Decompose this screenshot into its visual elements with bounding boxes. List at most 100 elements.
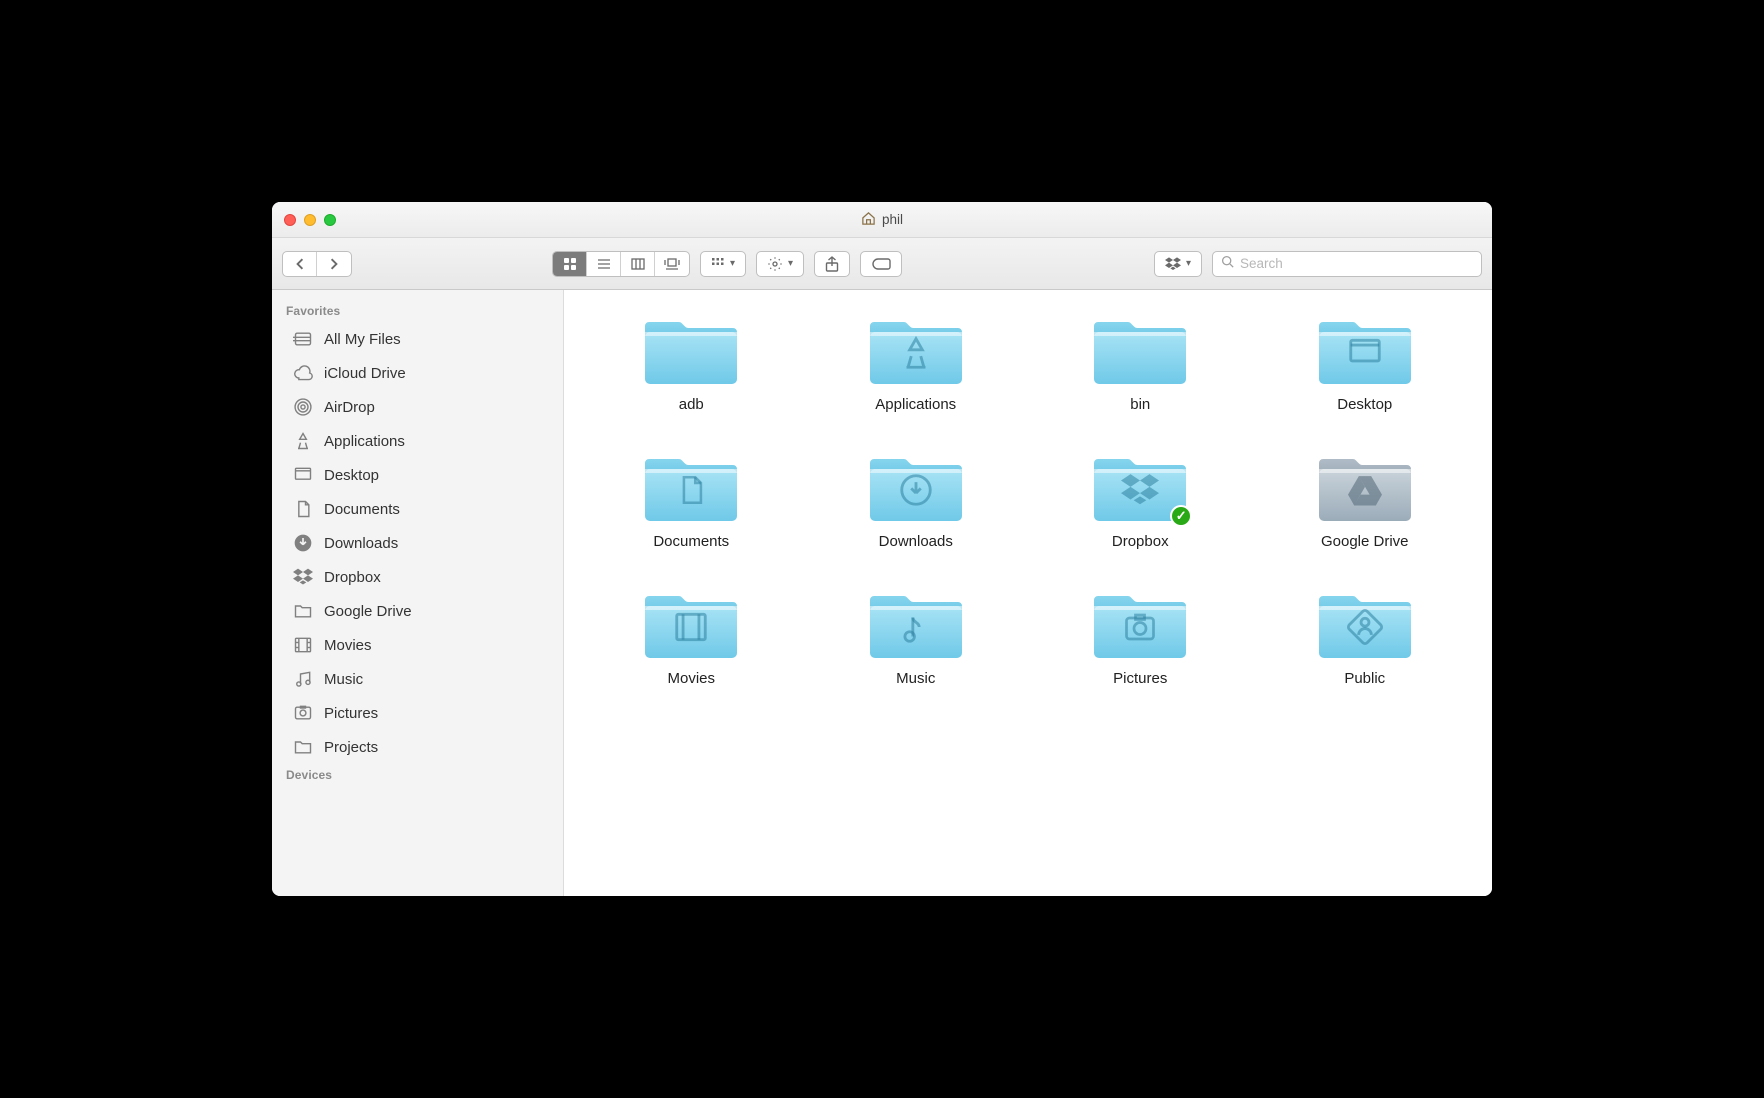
folder-icon: [643, 449, 739, 523]
folder-pictures[interactable]: Pictures: [1033, 586, 1248, 687]
sync-check-badge: ✓: [1170, 505, 1192, 527]
column-view-button[interactable]: [621, 252, 655, 276]
sidebar-item-dropbox[interactable]: Dropbox: [272, 560, 563, 594]
sidebar-item-google-drive[interactable]: Google Drive: [272, 594, 563, 628]
sidebar-item-label: Pictures: [324, 705, 378, 722]
folder-label: Desktop: [1337, 396, 1392, 413]
downloads-glyph-icon: [897, 471, 935, 509]
folder-icon: [1317, 586, 1413, 660]
search-icon: [1221, 255, 1234, 273]
sidebar-item-projects[interactable]: Projects: [272, 730, 563, 764]
tags-button[interactable]: [860, 251, 902, 277]
folder-music[interactable]: Music: [809, 586, 1024, 687]
folder-movies[interactable]: Movies: [584, 586, 799, 687]
movies-glyph-icon: [672, 608, 710, 646]
sidebar-heading: Devices: [272, 764, 563, 786]
file-grid: adb Applications bin Desktop Documents D…: [564, 290, 1492, 896]
folder-label: Dropbox: [1112, 533, 1169, 550]
folder-icon: [1317, 312, 1413, 386]
folder-adb[interactable]: adb: [584, 312, 799, 413]
sidebar-item-label: Music: [324, 671, 363, 688]
folder-google-drive[interactable]: Google Drive: [1258, 449, 1473, 550]
coverflow-view-button[interactable]: [655, 252, 689, 276]
sidebar-item-airdrop[interactable]: AirDrop: [272, 390, 563, 424]
sidebar-item-desktop[interactable]: Desktop: [272, 458, 563, 492]
sidebar-item-label: Movies: [324, 637, 372, 654]
chevron-down-icon: ▾: [1186, 258, 1191, 269]
google-drive-glyph-icon: [1346, 473, 1384, 507]
navigation-buttons: [282, 251, 352, 277]
back-button[interactable]: [283, 252, 317, 276]
minimize-button[interactable]: [304, 214, 316, 226]
sidebar-item-label: Dropbox: [324, 569, 381, 586]
folder-icon: [868, 312, 964, 386]
view-mode-group: [552, 251, 690, 277]
folder-icon: [868, 449, 964, 523]
airdrop-icon: [292, 396, 314, 418]
home-icon: [861, 211, 876, 229]
search-input[interactable]: [1240, 256, 1473, 271]
folder-applications[interactable]: Applications: [809, 312, 1024, 413]
fullscreen-button[interactable]: [324, 214, 336, 226]
folder-label: Google Drive: [1321, 533, 1409, 550]
folder-downloads[interactable]: Downloads: [809, 449, 1024, 550]
arrange-button[interactable]: ▾: [700, 251, 746, 277]
dropbox-glyph-icon: [1121, 474, 1159, 506]
folder-label: Applications: [875, 396, 956, 413]
sidebar-item-label: Desktop: [324, 467, 379, 484]
folder-desktop[interactable]: Desktop: [1258, 312, 1473, 413]
list-view-button[interactable]: [587, 252, 621, 276]
movies-icon: [292, 634, 314, 656]
dropbox-menu-button[interactable]: ▾: [1154, 251, 1202, 277]
sidebar-item-all-my-files[interactable]: All My Files: [272, 322, 563, 356]
folder-icon: [1092, 586, 1188, 660]
applications-icon: [292, 430, 314, 452]
chevron-down-icon: ▾: [788, 258, 793, 269]
action-menu-button[interactable]: ▾: [756, 251, 804, 277]
sidebar: Favorites All My Files iCloud Drive AirDrop…: [272, 290, 564, 896]
sidebar-item-movies[interactable]: Movies: [272, 628, 563, 662]
sidebar-item-documents[interactable]: Documents: [272, 492, 563, 526]
folder-icon: [868, 586, 964, 660]
downloads-icon: [292, 532, 314, 554]
window-title: phil: [861, 211, 903, 229]
applications-glyph-icon: [897, 334, 935, 372]
chevron-down-icon: ▾: [730, 258, 735, 269]
folder-label: bin: [1130, 396, 1150, 413]
sidebar-item-downloads[interactable]: Downloads: [272, 526, 563, 560]
sidebar-item-icloud-drive[interactable]: iCloud Drive: [272, 356, 563, 390]
pictures-glyph-icon: [1120, 609, 1160, 645]
pictures-icon: [292, 702, 314, 724]
documents-glyph-icon: [674, 471, 708, 509]
folder-icon: ✓: [1092, 449, 1188, 523]
cloud-icon: [292, 362, 314, 384]
folder-bin[interactable]: bin: [1033, 312, 1248, 413]
folder-icon: [1317, 449, 1413, 523]
folder-label: Documents: [653, 533, 729, 550]
title-bar: phil: [272, 202, 1492, 238]
sidebar-item-label: Downloads: [324, 535, 398, 552]
sidebar-item-label: Projects: [324, 739, 378, 756]
folder-label: Pictures: [1113, 670, 1167, 687]
sidebar-item-music[interactable]: Music: [272, 662, 563, 696]
share-button[interactable]: [814, 251, 850, 277]
sidebar-item-label: iCloud Drive: [324, 365, 406, 382]
folder-dropbox[interactable]: ✓Dropbox: [1033, 449, 1248, 550]
sidebar-item-label: AirDrop: [324, 399, 375, 416]
sidebar-item-pictures[interactable]: Pictures: [272, 696, 563, 730]
forward-button[interactable]: [317, 252, 351, 276]
finder-window: phil: [272, 202, 1492, 896]
sidebar-item-label: Documents: [324, 501, 400, 518]
icon-view-button[interactable]: [553, 252, 587, 276]
sidebar-item-label: All My Files: [324, 331, 401, 348]
sidebar-item-applications[interactable]: Applications: [272, 424, 563, 458]
folder-label: Public: [1344, 670, 1385, 687]
search-field[interactable]: [1212, 251, 1482, 277]
folder-documents[interactable]: Documents: [584, 449, 799, 550]
sidebar-heading: Favorites: [272, 300, 563, 322]
folder-public[interactable]: Public: [1258, 586, 1473, 687]
documents-icon: [292, 498, 314, 520]
folder-label: Downloads: [879, 533, 953, 550]
close-button[interactable]: [284, 214, 296, 226]
folder-icon: [1092, 312, 1188, 386]
